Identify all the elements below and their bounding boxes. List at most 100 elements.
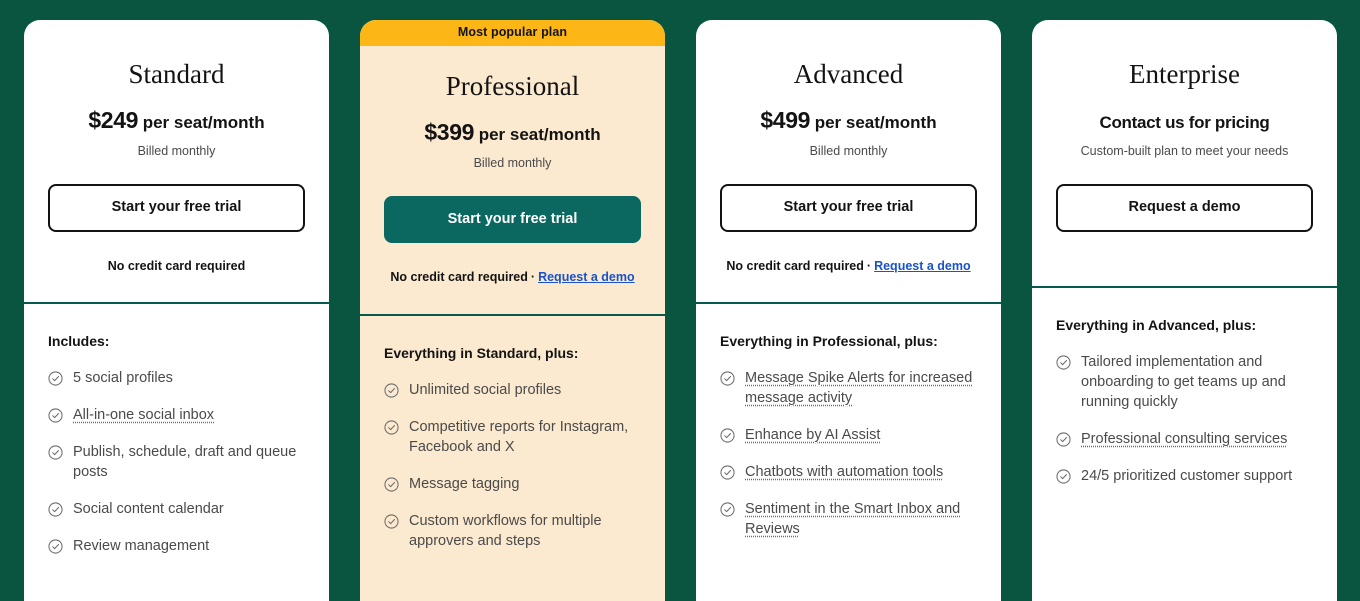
feature-text[interactable]: Professional consulting services — [1081, 429, 1287, 449]
check-circle-icon — [720, 428, 735, 443]
check-circle-icon — [48, 502, 63, 517]
feature-text[interactable]: Message Spike Alerts for increased messa… — [745, 368, 977, 408]
plan-card-enterprise: Enterprise Contact us for pricing Custom-b… — [1032, 20, 1337, 601]
check-circle-icon — [48, 445, 63, 460]
trial-note: No credit card required · Request a demo — [384, 269, 641, 285]
check-circle-icon — [1056, 355, 1071, 370]
note-separator: · — [866, 258, 872, 273]
check-circle-icon — [720, 502, 735, 517]
list-item: Review management — [48, 536, 305, 556]
feature-list: Unlimited social profiles Competitive rep… — [384, 380, 641, 551]
plan-price: $249 per seat/month — [48, 106, 305, 135]
plan-features: Everything in Standard, plus: Unlimited s… — [360, 316, 665, 592]
price-amount: $249 — [88, 107, 138, 134]
plan-features: Includes: 5 social profiles All-in-one soc… — [24, 304, 329, 597]
trial-note-text: No credit card required — [726, 258, 864, 273]
check-circle-icon — [384, 383, 399, 398]
list-item: 5 social profiles — [48, 368, 305, 388]
plan-features: Everything in Professional, plus: Message… — [696, 304, 1001, 580]
feature-list: Message Spike Alerts for increased messa… — [720, 368, 977, 539]
check-circle-icon — [48, 371, 63, 386]
feature-text: 24/5 prioritized customer support — [1081, 467, 1293, 484]
check-circle-icon — [1056, 432, 1071, 447]
feature-text: 5 social profiles — [73, 370, 173, 387]
request-demo-link[interactable]: Request a demo — [874, 259, 971, 273]
feature-text: Competitive reports for Instagram, Faceb… — [409, 418, 629, 455]
feature-text[interactable]: Enhance by AI Assist — [745, 425, 880, 445]
feature-text: Custom workflows for multiple approvers … — [409, 512, 602, 549]
feature-text: Review management — [73, 538, 210, 555]
plan-features: Everything in Advanced, plus: Tailored im… — [1032, 288, 1337, 527]
list-item: Chatbots with automation tools — [720, 462, 977, 482]
list-item: Tailored implementation and onboarding t… — [1056, 352, 1313, 412]
plan-header: Enterprise Contact us for pricing Custom-b… — [1032, 20, 1337, 288]
plan-price: Contact us for pricing — [1056, 106, 1313, 135]
feature-list: 5 social profiles All-in-one social inbox… — [48, 368, 305, 556]
trial-note: No credit card required · Request a demo — [720, 258, 977, 274]
list-item: Message tagging — [384, 474, 641, 494]
pricing-plans-grid: Standard $249 per seat/month Billed monthl… — [0, 0, 1360, 601]
list-item: Publish, schedule, draft and queue posts — [48, 442, 305, 482]
list-item: Social content calendar — [48, 499, 305, 519]
list-item: Enhance by AI Assist — [720, 425, 977, 445]
plan-card-professional: Most popular plan Professional $399 per se… — [360, 20, 665, 601]
plan-cta-button[interactable]: Request a demo — [1056, 184, 1313, 232]
billing-note: Custom-built plan to meet your needs — [1080, 144, 1289, 159]
price-unit: Contact us for pricing — [1099, 113, 1270, 133]
most-popular-badge: Most popular plan — [360, 20, 665, 46]
features-title: Everything in Advanced, plus: — [1056, 316, 1257, 333]
note-separator: · — [530, 270, 536, 285]
list-item: 24/5 prioritized customer support — [1056, 466, 1313, 486]
plan-cta-button[interactable]: Start your free trial — [720, 184, 977, 232]
price-amount: $399 — [424, 118, 474, 145]
plan-header: Advanced $499 per seat/month Billed monthl… — [696, 20, 1001, 305]
list-item: Competitive reports for Instagram, Faceb… — [384, 417, 641, 457]
feature-text[interactable]: All-in-one social inbox — [73, 405, 214, 425]
plan-name: Standard — [128, 59, 225, 89]
plan-header: Professional $399 per seat/month Billed mo… — [360, 46, 665, 316]
feature-text: Publish, schedule, draft and queue posts — [73, 444, 297, 481]
trial-note-text: No credit card required — [390, 270, 528, 285]
features-title: Everything in Standard, plus: — [384, 344, 579, 361]
price-unit: per seat/month — [814, 113, 937, 133]
feature-text: Tailored implementation and onboarding t… — [1081, 353, 1286, 410]
plan-name: Professional — [445, 70, 580, 101]
list-item: Custom workflows for multiple approvers … — [384, 511, 641, 551]
plan-price: $399 per seat/month — [384, 118, 641, 147]
check-circle-icon — [384, 514, 399, 529]
list-item: Message Spike Alerts for increased messa… — [720, 368, 977, 408]
trial-note-text: No credit card required — [107, 258, 246, 273]
price-amount: $499 — [760, 107, 810, 134]
plan-price: $499 per seat/month — [720, 106, 977, 135]
request-demo-link[interactable]: Request a demo — [538, 270, 635, 284]
plan-name: Advanced — [793, 59, 904, 89]
list-item: Unlimited social profiles — [384, 380, 641, 400]
plan-card-advanced: Advanced $499 per seat/month Billed monthl… — [696, 20, 1001, 601]
price-unit: per seat/month — [478, 124, 601, 144]
check-circle-icon — [384, 477, 399, 492]
features-title: Includes: — [48, 333, 110, 350]
plan-header: Standard $249 per seat/month Billed monthl… — [24, 20, 329, 305]
feature-text[interactable]: Chatbots with automation tools — [745, 462, 943, 482]
check-circle-icon — [48, 539, 63, 554]
feature-text: Message tagging — [409, 475, 520, 492]
feature-text: Unlimited social profiles — [409, 381, 562, 398]
price-unit: per seat/month — [142, 113, 265, 133]
list-item: Professional consulting services — [1056, 429, 1313, 449]
feature-list: Tailored implementation and onboarding t… — [1056, 352, 1313, 486]
check-circle-icon — [720, 465, 735, 480]
plan-card-standard: Standard $249 per seat/month Billed monthl… — [24, 20, 329, 601]
list-item: Sentiment in the Smart Inbox and Reviews — [720, 499, 977, 539]
check-circle-icon — [48, 408, 63, 423]
check-circle-icon — [384, 420, 399, 435]
billing-note: Billed monthly — [473, 155, 552, 170]
feature-text: Social content calendar — [73, 501, 224, 518]
plan-cta-button[interactable]: Start your free trial — [384, 195, 641, 244]
check-circle-icon — [1056, 469, 1071, 484]
plan-cta-button[interactable]: Start your free trial — [48, 184, 305, 232]
billing-note: Billed monthly — [809, 144, 888, 159]
check-circle-icon — [720, 371, 735, 386]
plan-name: Enterprise — [1129, 59, 1240, 89]
trial-note: No credit card required — [48, 258, 305, 274]
feature-text[interactable]: Sentiment in the Smart Inbox and Reviews — [745, 499, 977, 539]
